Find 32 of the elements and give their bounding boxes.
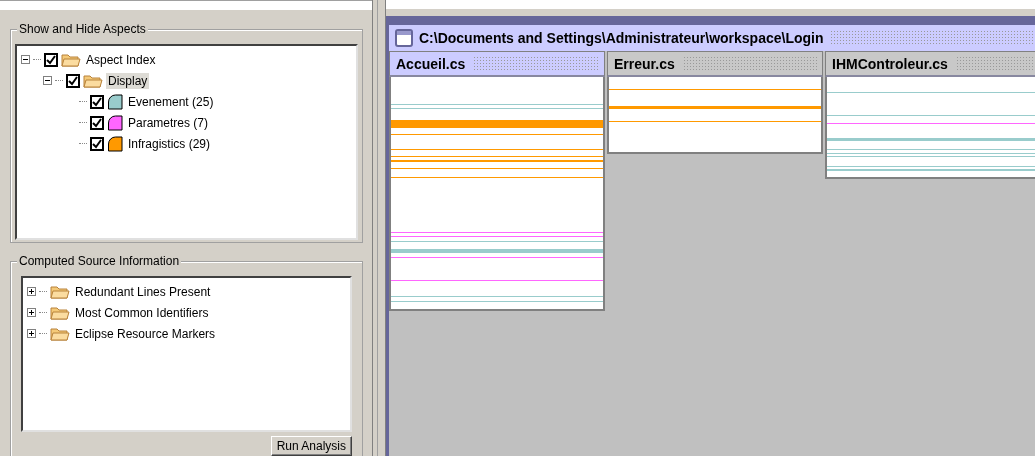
folder-icon — [50, 284, 70, 299]
group-title: Show and Hide Aspects — [17, 22, 148, 36]
folder-icon — [83, 73, 103, 88]
checkbox[interactable] — [44, 52, 58, 67]
tree-item[interactable]: Evenement (25) — [126, 93, 216, 110]
checkbox[interactable] — [90, 136, 104, 151]
file-tab[interactable]: Erreur.cs — [607, 51, 823, 77]
expand-icon[interactable] — [27, 287, 36, 296]
tree-item[interactable]: Aspect Index — [84, 51, 158, 68]
tree-item[interactable]: Display — [106, 72, 150, 89]
group-title: Computed Source Information — [17, 254, 182, 268]
splitter[interactable] — [372, 0, 386, 456]
checkbox[interactable] — [90, 94, 104, 109]
expand-icon[interactable] — [27, 308, 36, 317]
file-tab[interactable]: Accueil.cs — [389, 51, 605, 77]
expand-icon[interactable] — [27, 329, 36, 338]
checkbox[interactable] — [90, 115, 104, 130]
window-title: C:\Documents and Settings\Administrateur\workspace\Login — [419, 30, 824, 46]
tree-item[interactable]: Infragistics (29) — [126, 135, 213, 152]
tree-item[interactable]: Redundant Lines Present — [73, 283, 213, 300]
folder-icon — [61, 52, 81, 67]
checkbox[interactable] — [66, 73, 80, 88]
file-tab[interactable]: IHMControleur.cs — [825, 51, 1035, 77]
tree-item[interactable]: Eclipse Resource Markers — [73, 325, 218, 342]
run-analysis-button[interactable]: Run Analysis — [270, 436, 352, 456]
folder-icon — [50, 305, 70, 320]
collapse-icon[interactable] — [43, 76, 52, 85]
tree-item[interactable]: Parametres (7) — [126, 114, 211, 131]
window-icon — [395, 29, 413, 47]
folder-icon — [50, 326, 70, 341]
collapse-icon[interactable] — [21, 55, 30, 64]
tree-item[interactable]: Most Common Identifiers — [73, 304, 211, 321]
